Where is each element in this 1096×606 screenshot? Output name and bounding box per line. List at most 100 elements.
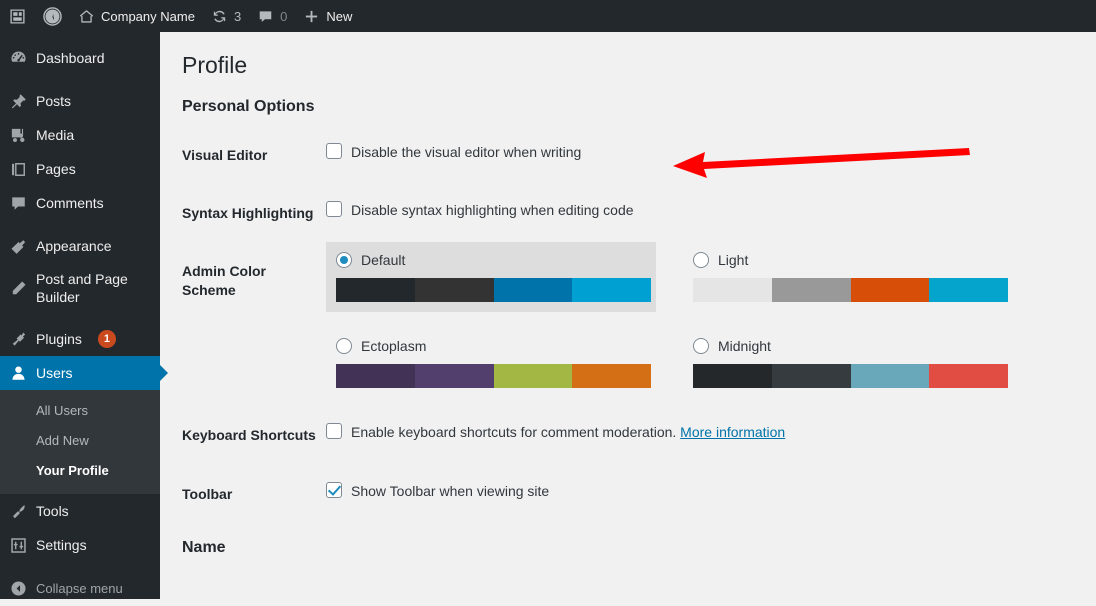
menu-spacer-top bbox=[0, 32, 160, 41]
menu-spacer-1 bbox=[0, 75, 160, 84]
show-toolbar-label[interactable]: Show Toolbar when viewing site bbox=[351, 483, 549, 499]
sidebar-item-label: Media bbox=[36, 127, 75, 143]
swatch bbox=[850, 364, 930, 389]
sidebar-item-posts[interactable]: Posts bbox=[0, 84, 160, 118]
sidebar-item-post-and-page-builder[interactable]: Post and Page Builder bbox=[0, 263, 160, 313]
updates-icon bbox=[211, 8, 228, 25]
admin-bar-updates-item[interactable]: 3 bbox=[203, 0, 249, 32]
user-icon bbox=[0, 364, 36, 383]
plugins-update-badge: 1 bbox=[97, 330, 116, 348]
profile-page-wrap: Profile Personal Options Visual Editor D… bbox=[160, 32, 1096, 559]
table-row-admin-color-scheme: Admin Color Scheme Default Light Ectopla… bbox=[182, 242, 1096, 406]
plug-icon bbox=[0, 330, 36, 349]
show-toolbar-checkbox[interactable] bbox=[326, 481, 342, 498]
main-content: Profile Personal Options Visual Editor D… bbox=[160, 32, 1096, 599]
collapse-menu-label: Collapse menu bbox=[36, 581, 123, 596]
admin-bar-new-content-item[interactable]: New bbox=[295, 0, 360, 32]
swatch bbox=[850, 278, 930, 303]
sidebar-item-comments[interactable]: Comments bbox=[0, 186, 160, 220]
sidebar-item-label: Users bbox=[36, 365, 73, 381]
submenu-item-add-new[interactable]: Add New bbox=[0, 426, 160, 456]
color-scheme-palette-midnight bbox=[693, 364, 1008, 389]
swatch bbox=[693, 364, 772, 389]
wrench-icon bbox=[0, 502, 36, 521]
color-scheme-name: Default bbox=[361, 252, 406, 269]
color-scheme-option-midnight[interactable]: Midnight bbox=[683, 328, 1013, 398]
submenu-item-your-profile[interactable]: Your Profile bbox=[0, 456, 160, 486]
admin-bar-comments-item[interactable]: 0 bbox=[249, 0, 295, 32]
plus-icon bbox=[303, 8, 320, 25]
swatch bbox=[572, 278, 651, 303]
admin-bar-site-name-item[interactable]: Company Name bbox=[70, 0, 203, 32]
sidebar-item-media[interactable]: Media bbox=[0, 118, 160, 152]
admin-bar-site-name-label: Company Name bbox=[101, 8, 195, 24]
admin-sidebar-menu: Dashboard Posts Media Pages Comments App… bbox=[0, 32, 168, 599]
swatch bbox=[493, 278, 573, 303]
row-label-syntax-highlighting: Syntax Highlighting bbox=[182, 205, 314, 222]
color-scheme-option-default[interactable]: Default bbox=[326, 242, 656, 313]
sidebar-item-pages[interactable]: Pages bbox=[0, 152, 160, 186]
keyboard-shortcuts-checkbox[interactable] bbox=[326, 423, 342, 440]
dashboard-icon bbox=[0, 49, 36, 68]
color-scheme-radio-light[interactable] bbox=[693, 252, 709, 269]
color-scheme-radio-ectoplasm[interactable] bbox=[336, 338, 352, 355]
paintbrush-icon bbox=[0, 237, 36, 256]
sidebar-item-appearance[interactable]: Appearance bbox=[0, 229, 160, 263]
name-section-heading: Name bbox=[182, 538, 226, 556]
disable-visual-editor-checkbox[interactable] bbox=[326, 143, 342, 159]
admin-bar-comments-count: 0 bbox=[280, 8, 288, 24]
swatch bbox=[771, 278, 851, 303]
disable-syntax-highlighting-checkbox[interactable] bbox=[326, 201, 342, 218]
row-label-toolbar: Toolbar bbox=[182, 485, 233, 502]
users-submenu: All Users Add New Your Profile bbox=[0, 390, 160, 494]
admin-bar-updates-count: 3 bbox=[233, 8, 242, 24]
comment-bubble-icon bbox=[0, 194, 36, 213]
admin-color-scheme-picker: Default Light Ectoplasm Midnight bbox=[326, 242, 1086, 398]
sidebar-item-plugins[interactable]: Plugins 1 bbox=[0, 322, 160, 356]
color-scheme-option-light[interactable]: Light bbox=[683, 242, 1013, 312]
swatch bbox=[414, 364, 494, 389]
media-icon bbox=[0, 126, 36, 145]
personal-options-table: Visual Editor Disable the visual editor … bbox=[182, 126, 1096, 523]
sidebar-item-settings[interactable]: Settings bbox=[0, 528, 160, 562]
menu-spacer-2 bbox=[0, 220, 160, 229]
disable-visual-editor-label[interactable]: Disable the visual editor when writing bbox=[351, 144, 581, 160]
collapse-arrow-icon bbox=[0, 579, 36, 598]
swatch bbox=[572, 364, 651, 389]
color-scheme-name: Ectoplasm bbox=[361, 338, 427, 355]
toolbar-field: Show Toolbar when viewing site bbox=[326, 481, 1086, 499]
settings-sliders-icon bbox=[0, 536, 36, 555]
submenu-item-all-users[interactable]: All Users bbox=[0, 396, 160, 426]
more-information-link[interactable]: More information bbox=[680, 424, 785, 440]
menu-spacer-3 bbox=[0, 313, 160, 322]
color-scheme-palette-light bbox=[693, 278, 1008, 303]
sidebar-item-label: Dashboard bbox=[36, 50, 105, 66]
swatch bbox=[693, 278, 772, 303]
color-scheme-radio-midnight[interactable] bbox=[693, 338, 709, 355]
row-label-keyboard-shortcuts: Keyboard Shortcuts bbox=[182, 427, 316, 444]
color-scheme-radio-default[interactable] bbox=[336, 252, 352, 269]
home-icon bbox=[78, 8, 95, 25]
admin-bar-logo-placeholder-item[interactable] bbox=[0, 0, 35, 32]
row-label-admin-color-scheme: Admin Color Scheme bbox=[182, 263, 266, 298]
sidebar-item-tools[interactable]: Tools bbox=[0, 494, 160, 528]
pages-icon bbox=[0, 160, 36, 179]
admin-bar: Company Name 3 0 New bbox=[0, 0, 1096, 32]
sidebar-item-dashboard[interactable]: Dashboard bbox=[0, 41, 160, 75]
sidebar-item-label: Post and Page Builder bbox=[36, 271, 128, 305]
sidebar-item-users[interactable]: Users bbox=[0, 356, 168, 390]
wordpress-logo-icon bbox=[43, 6, 62, 26]
sidebar-item-label: Posts bbox=[36, 93, 72, 109]
color-scheme-palette-default bbox=[336, 278, 651, 303]
page-title: Profile bbox=[182, 52, 248, 78]
admin-bar-wordpress-logo-item[interactable] bbox=[35, 0, 70, 32]
color-scheme-option-ectoplasm[interactable]: Ectoplasm bbox=[326, 328, 656, 398]
sidebar-item-label: Comments bbox=[36, 195, 104, 211]
comment-bubble-icon bbox=[257, 8, 274, 25]
keyboard-shortcuts-label[interactable]: Enable keyboard shortcuts for comment mo… bbox=[351, 424, 676, 440]
collapse-menu-button[interactable]: Collapse menu bbox=[0, 571, 160, 606]
personal-options-heading: Personal Options bbox=[182, 98, 315, 115]
disable-syntax-highlighting-label[interactable]: Disable syntax highlighting when editing… bbox=[351, 202, 634, 218]
sidebar-item-label: Appearance bbox=[36, 238, 112, 254]
keyboard-shortcuts-field: Enable keyboard shortcuts for comment mo… bbox=[326, 423, 1086, 440]
